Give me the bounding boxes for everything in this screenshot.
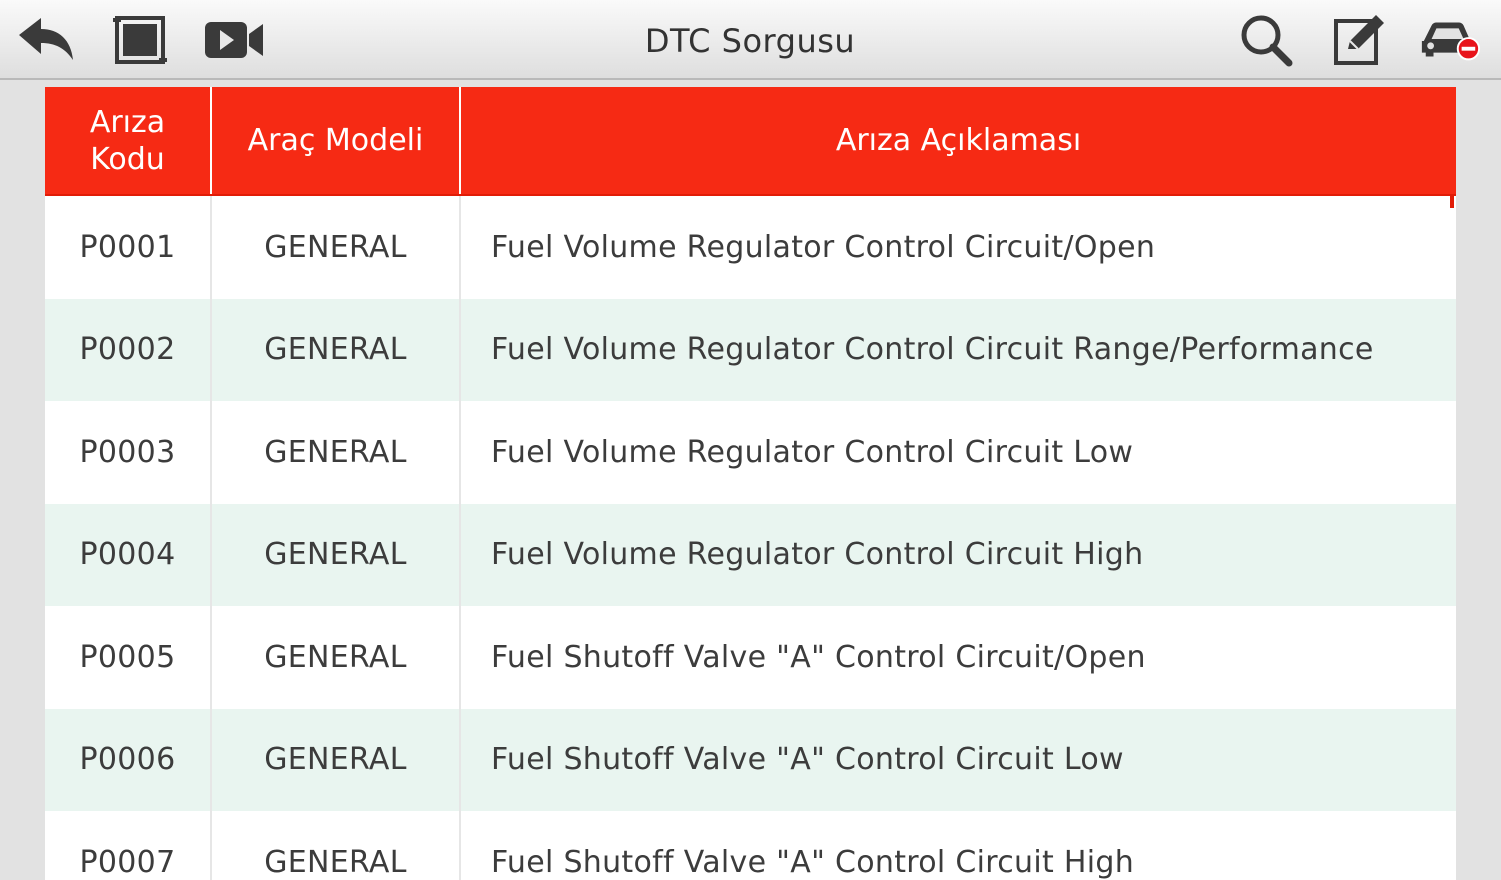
vehicle-model: GENERAL: [210, 298, 459, 401]
dtc-code: P0006: [79, 742, 176, 778]
dtc-description: Fuel Volume Regulator Control Circuit Ra…: [459, 298, 1456, 401]
dtc-code: P0001: [79, 229, 176, 265]
table-row[interactable]: P0004 GENERAL Fuel Volume Regulator Cont…: [45, 503, 1456, 606]
video-record-button[interactable]: [202, 10, 266, 70]
vehicle-model: GENERAL: [210, 811, 459, 880]
dtc-table: Arıza Kodu Araç Modeli Arıza Açıklaması …: [45, 87, 1456, 880]
vehicle-model: GENERAL: [210, 708, 459, 811]
vehicle-disconnect-button[interactable]: [1418, 10, 1482, 70]
table-row[interactable]: P0001 GENERAL Fuel Volume Regulator Cont…: [45, 196, 1456, 299]
top-toolbar: DTC Sorgusu: [0, 0, 1501, 80]
dtc-code: P0002: [79, 332, 176, 368]
dtc-description: Fuel Shutoff Valve "A" Control Circuit L…: [459, 708, 1456, 811]
dtc-code: P0005: [79, 639, 176, 675]
scroll-indicator: [1450, 196, 1454, 208]
car-disconnect-icon: [1421, 22, 1481, 61]
video-record-icon: [205, 22, 263, 58]
dtc-code: P0007: [79, 844, 176, 880]
back-arrow-icon: [19, 18, 73, 60]
back-button[interactable]: [14, 10, 78, 70]
edit-button[interactable]: [1328, 10, 1392, 70]
vehicle-model: GENERAL: [210, 606, 459, 709]
table-row[interactable]: P0006 GENERAL Fuel Shutoff Valve "A" Con…: [45, 708, 1456, 811]
dtc-code: P0004: [79, 537, 176, 573]
dtc-description: Fuel Shutoff Valve "A" Control Circuit/O…: [459, 606, 1456, 709]
search-button[interactable]: [1234, 10, 1298, 70]
table-body: P0001 GENERAL Fuel Volume Regulator Cont…: [45, 196, 1456, 880]
screenshot-button[interactable]: [108, 10, 172, 70]
column-header-description: Arıza Açıklaması: [459, 87, 1456, 194]
vehicle-model: GENERAL: [210, 196, 459, 299]
dtc-description: Fuel Volume Regulator Control Circuit Hi…: [459, 503, 1456, 606]
dtc-code: P0003: [79, 434, 176, 470]
dtc-description: Fuel Volume Regulator Control Circuit/Op…: [459, 196, 1456, 299]
dtc-description: Fuel Shutoff Valve "A" Control Circuit H…: [459, 811, 1456, 880]
edit-note-icon: [1334, 15, 1384, 65]
search-icon: [1241, 15, 1293, 67]
screenshot-frame-icon: [113, 16, 167, 64]
table-header: Arıza Kodu Araç Modeli Arıza Açıklaması: [45, 87, 1456, 196]
app-screen: DTC Sorgusu Arıza Kodu Araç Modeli Arıza…: [0, 0, 1501, 880]
vehicle-model: GENERAL: [210, 503, 459, 606]
table-row[interactable]: P0005 GENERAL Fuel Shutoff Valve "A" Con…: [45, 606, 1456, 709]
table-row[interactable]: P0002 GENERAL Fuel Volume Regulator Cont…: [45, 298, 1456, 401]
page-title: DTC Sorgusu: [644, 22, 856, 60]
table-row[interactable]: P0007 GENERAL Fuel Shutoff Valve "A" Con…: [45, 811, 1456, 880]
table-row[interactable]: P0003 GENERAL Fuel Volume Regulator Cont…: [45, 401, 1456, 504]
vehicle-model: GENERAL: [210, 401, 459, 504]
column-header-code: Arıza Kodu: [89, 104, 166, 177]
column-header-model: Araç Modeli: [210, 87, 459, 194]
dtc-description: Fuel Volume Regulator Control Circuit Lo…: [459, 401, 1456, 504]
